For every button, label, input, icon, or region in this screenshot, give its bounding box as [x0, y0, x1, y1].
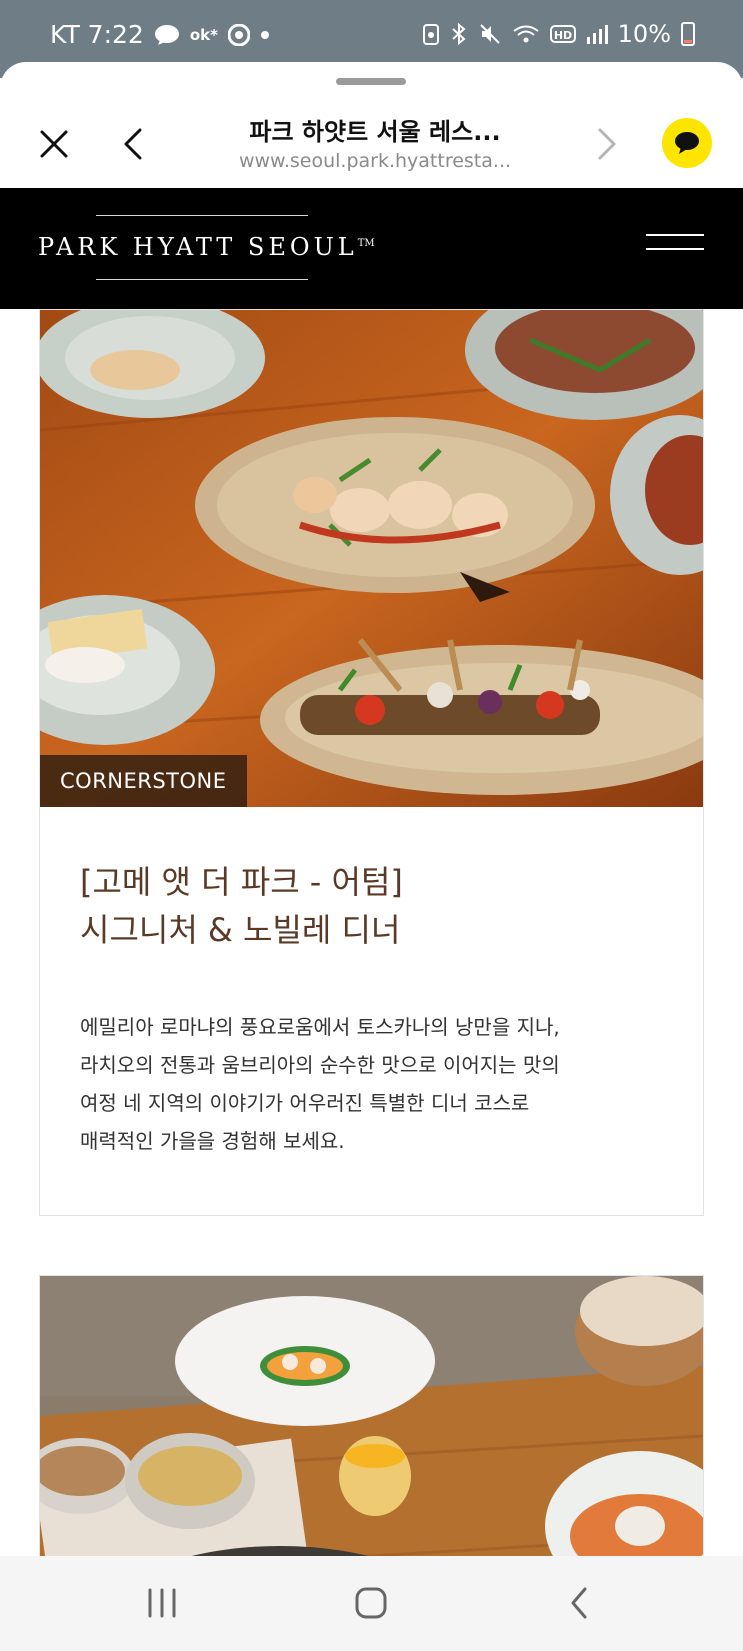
wifi-icon — [512, 22, 540, 46]
saver-icon — [422, 22, 440, 46]
description-line: 매력적인 가을을 경험해 보세요. — [80, 1129, 345, 1153]
home-icon[interactable] — [346, 1578, 396, 1628]
page-title: 파크 하얏트 서울 레스... — [249, 118, 501, 146]
back-icon[interactable] — [555, 1578, 605, 1628]
logo-text: PARK HYATT SEOUL — [38, 233, 358, 261]
description-line: 여정 네 지역의 이야기가 어우러진 특별한 디너 코스로 — [80, 1091, 530, 1115]
status-left: KT 7:22 ok* — [50, 20, 270, 49]
restaurant-card[interactable]: CORNERSTONE [고메 앳 더 파크 - 어텀] 시그니처 & 노빌레 … — [39, 309, 704, 1216]
ok-icon: ok* — [189, 25, 218, 44]
kakao-chat-icon[interactable] — [662, 118, 712, 168]
card-title-line: [고메 앳 더 파크 - 어텀] — [80, 863, 403, 901]
page-url: www.seoul.park.hyattresta... — [238, 150, 512, 172]
mute-icon — [478, 22, 502, 46]
site-logo[interactable]: PARK HYATT SEOULTM — [38, 233, 375, 261]
dot-icon — [260, 30, 270, 40]
trademark-mark: TM — [357, 238, 375, 249]
card-title[interactable]: [고메 앳 더 파크 - 어텀] 시그니처 & 노빌레 디너 — [80, 858, 660, 954]
chrome-icon — [227, 23, 250, 46]
restaurant-badge: CORNERSTONE — [40, 755, 247, 807]
signal-icon — [586, 23, 608, 45]
back-icon[interactable] — [118, 126, 152, 162]
battery-level: 10% — [617, 20, 671, 48]
svg-text:HD: HD — [553, 29, 571, 42]
description-line: 에밀리아 로마냐의 풍요로움에서 토스카나의 낭만을 지나, — [80, 1015, 560, 1039]
close-icon[interactable] — [36, 126, 72, 162]
logo-rule-top — [96, 215, 308, 216]
bluetooth-icon — [450, 22, 468, 46]
site-header: PARK HYATT SEOULTM — [0, 188, 743, 309]
hamburger-icon[interactable] — [646, 234, 704, 264]
hd-icon: HD — [549, 24, 576, 44]
chat-bubble-icon — [154, 24, 180, 46]
forward-icon[interactable] — [588, 126, 622, 162]
logo-rule-bottom — [96, 279, 308, 280]
battery-icon — [681, 22, 695, 46]
food-photo: CORNERSTONE — [40, 310, 703, 807]
description-line: 라치오의 전통과 움브리아의 순수한 맛으로 이어지는 맛의 — [80, 1053, 560, 1077]
system-nav-bar — [0, 1556, 743, 1651]
drag-handle[interactable] — [336, 78, 406, 85]
carrier-time: KT 7:22 — [50, 20, 144, 49]
status-right: HD 10% — [422, 20, 695, 48]
card-title-line: 시그니처 & 노빌레 디너 — [80, 911, 401, 949]
card-description: 에밀리아 로마냐의 풍요로움에서 토스카나의 낭만을 지나, 라치오의 전통과 … — [80, 1008, 680, 1160]
browser-toolbar: 파크 하얏트 서울 레스... www.seoul.park.hyattrest… — [0, 62, 743, 188]
recents-icon[interactable] — [137, 1578, 187, 1628]
